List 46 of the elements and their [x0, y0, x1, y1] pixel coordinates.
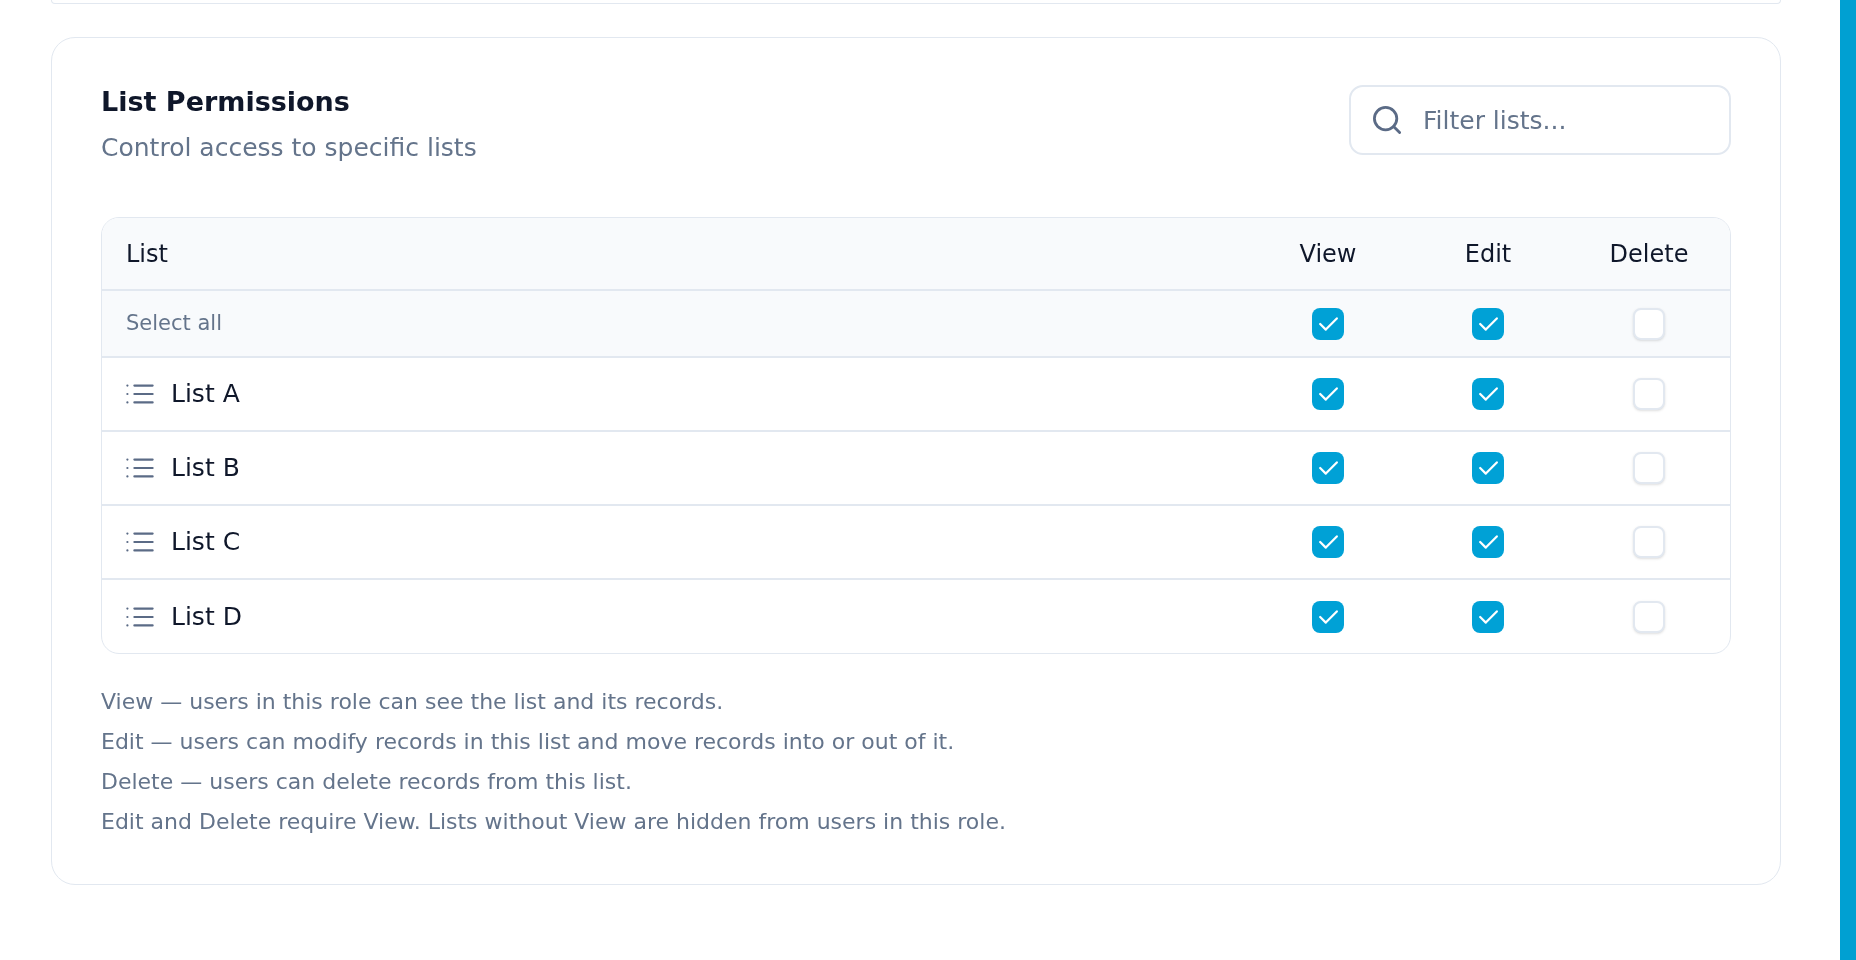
check-icon [1478, 461, 1498, 475]
checkbox[interactable] [1472, 378, 1504, 410]
checkbox[interactable] [1312, 526, 1344, 558]
checkbox[interactable] [1472, 452, 1504, 484]
check-icon [1318, 535, 1338, 549]
checkbox[interactable] [1633, 600, 1665, 633]
list-name: List A [171, 378, 240, 411]
list-name: List C [171, 526, 241, 559]
checkbox[interactable] [1312, 378, 1344, 410]
checkbox[interactable] [1633, 452, 1665, 484]
checkbox[interactable] [1472, 526, 1504, 558]
checkbox[interactable] [1472, 307, 1504, 340]
check-icon [1318, 461, 1338, 475]
check-icon [1318, 387, 1338, 401]
checkbox[interactable] [1312, 600, 1344, 633]
check-icon [1478, 387, 1498, 401]
select-all-label: Select all [126, 310, 222, 335]
column-header: Delete [1609, 238, 1689, 270]
check-icon [1318, 316, 1338, 331]
checkbox[interactable] [1633, 378, 1665, 410]
checkbox[interactable] [1312, 452, 1344, 484]
checkbox[interactable] [1633, 526, 1665, 558]
check-icon [1318, 609, 1338, 624]
column-header: View [1299, 238, 1357, 270]
card-title: List Permissions [101, 85, 351, 119]
note-text: Edit — users can modify records in this list and move records into or out of it. [101, 728, 956, 756]
list-icon [126, 606, 154, 627]
list-name: List D [171, 600, 242, 633]
list-name: List B [171, 452, 240, 485]
check-icon [1478, 535, 1498, 549]
note-text: Edit and Delete require View. Lists without View are hidden from users in this role. [101, 808, 1007, 836]
checkbox[interactable] [1472, 600, 1504, 633]
check-icon [1478, 316, 1498, 331]
list-icon [126, 458, 154, 478]
note-text: Delete — users can delete records from this list. [101, 768, 633, 796]
filter-field[interactable]: Filter lists... [1349, 85, 1731, 155]
checkbox[interactable] [1633, 307, 1665, 340]
search-icon [1373, 106, 1401, 134]
list-icon [126, 384, 154, 404]
card-subtitle: Control access to specific lists [101, 132, 477, 164]
list-icon [126, 532, 154, 552]
check-icon [1478, 609, 1498, 624]
column-header: List [126, 239, 168, 268]
column-header: Edit [1464, 238, 1512, 270]
checkbox[interactable] [1312, 307, 1344, 340]
note-text: View — users in this role can see the list and its records. [101, 688, 725, 716]
